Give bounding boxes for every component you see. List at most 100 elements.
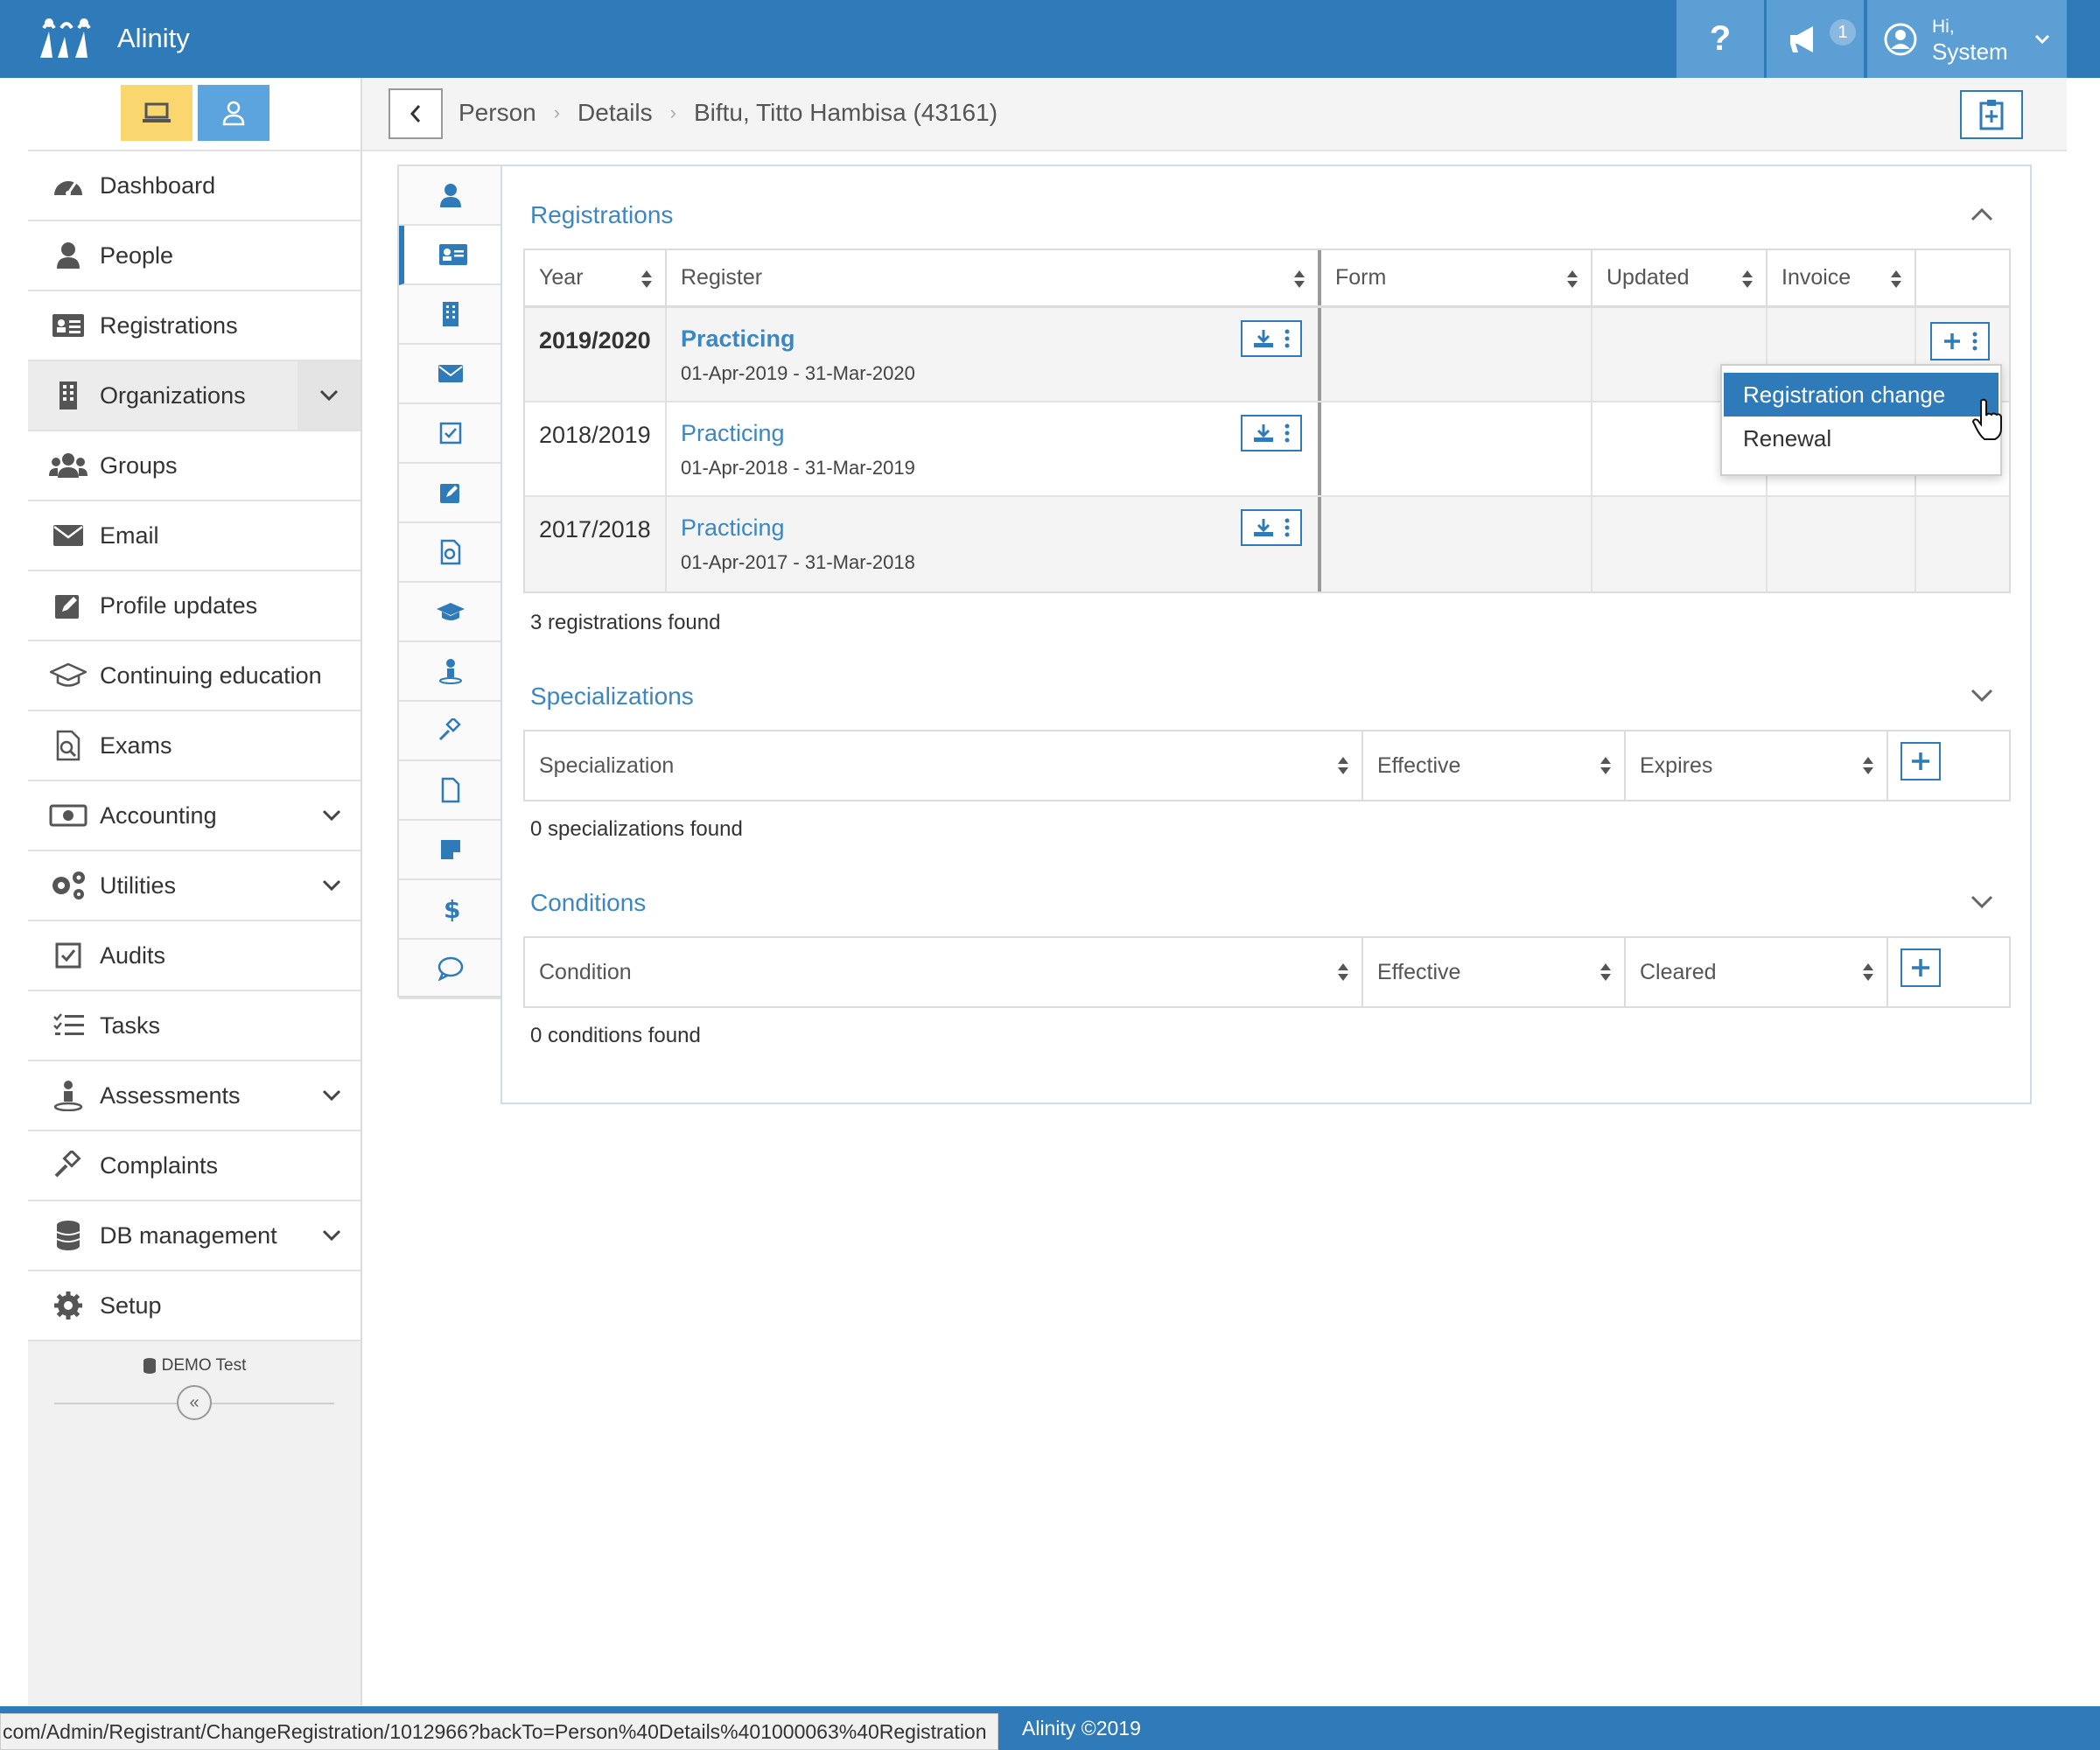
tab-exams[interactable] (399, 523, 502, 583)
download-icon (1254, 330, 1273, 347)
tab-organizations[interactable] (399, 285, 502, 345)
chevron-down-icon[interactable] (1969, 889, 1995, 915)
updated-cell (1592, 497, 1768, 592)
column-effective[interactable]: Effective (1363, 732, 1626, 800)
person-mode-button[interactable] (198, 85, 270, 141)
sticky-note-icon (441, 840, 460, 859)
assessment-icon (439, 659, 462, 684)
edit-icon (49, 588, 88, 623)
conditions-title[interactable]: Conditions (530, 889, 646, 917)
menu-item-registration-change[interactable]: Registration change (1724, 373, 1998, 416)
add-registration-menu-button[interactable] (1930, 322, 1990, 360)
download-menu-button[interactable] (1241, 415, 1302, 452)
app-logo[interactable]: Alinity (32, 16, 190, 61)
column-expires[interactable]: Expires (1626, 732, 1888, 800)
registrations-title[interactable]: Registrations (530, 201, 673, 229)
tab-person[interactable] (399, 166, 502, 226)
sidebar-item-profile-updates[interactable]: Profile updates (28, 571, 360, 641)
column-effective[interactable]: Effective (1363, 938, 1626, 1006)
sort-icon (1338, 963, 1348, 981)
breadcrumb-person[interactable]: Person (458, 99, 536, 127)
column-updated[interactable]: Updated (1592, 250, 1768, 305)
sidebar-item-dashboard[interactable]: Dashboard (28, 151, 360, 221)
conditions-count: 0 conditions found (530, 1024, 701, 1047)
column-year[interactable]: Year (525, 250, 667, 305)
chevron-down-icon[interactable] (298, 361, 360, 430)
tab-comments[interactable] (399, 940, 502, 999)
chevron-right-icon: › (669, 102, 676, 123)
column-invoice[interactable]: Invoice (1768, 250, 1916, 305)
register-link[interactable]: Practicing (681, 514, 785, 542)
help-button[interactable]: ? (1675, 0, 1764, 78)
sidebar-item-continuing-education[interactable]: Continuing education (28, 641, 360, 711)
building-icon (49, 378, 88, 413)
tab-assessments[interactable] (399, 642, 502, 702)
register-link[interactable]: Practicing (681, 326, 795, 353)
admin-mode-button[interactable] (121, 85, 192, 141)
sidebar-item-setup[interactable]: Setup (28, 1271, 360, 1341)
registrations-count: 3 registrations found (530, 611, 721, 634)
menu-item-renewal[interactable]: Renewal (1724, 416, 1998, 460)
database-icon (49, 1218, 88, 1253)
column-specialization[interactable]: Specialization (525, 732, 1363, 800)
user-menu-button[interactable]: Hi, System (1866, 0, 2067, 78)
database-icon (143, 1358, 156, 1374)
chevron-down-icon[interactable] (320, 1224, 343, 1247)
alinity-logo-icon (40, 18, 91, 58)
tab-email[interactable] (399, 345, 502, 404)
sidebar-item-complaints[interactable]: Complaints (28, 1131, 360, 1201)
sidebar-item-registrations[interactable]: Registrations (28, 291, 360, 361)
add-specialization-button[interactable] (1900, 742, 1941, 780)
register-cell: Practicing 01-Apr-2018 - 31-Mar-2019 (667, 402, 1321, 495)
sidebar-item-email[interactable]: Email (28, 501, 360, 571)
register-link[interactable]: Practicing (681, 420, 785, 447)
specializations-title[interactable]: Specializations (530, 682, 694, 710)
download-menu-button[interactable] (1241, 320, 1302, 357)
tab-registrations[interactable] (399, 226, 502, 285)
column-form[interactable]: Form (1321, 250, 1592, 305)
column-condition[interactable]: Condition (525, 938, 1363, 1006)
user-outline-icon (222, 101, 245, 126)
chevron-down-icon[interactable] (320, 804, 343, 827)
tab-audits[interactable] (399, 404, 502, 464)
register-cell: Practicing 01-Apr-2017 - 31-Mar-2018 (667, 497, 1321, 592)
year-cell: 2019/2020 (525, 308, 667, 401)
assessment-icon (49, 1078, 88, 1113)
tab-notes[interactable] (399, 821, 502, 880)
sidebar-item-db-management[interactable]: DB management (28, 1201, 360, 1271)
chevron-down-icon[interactable] (320, 1084, 343, 1107)
tab-complaints[interactable] (399, 702, 502, 761)
column-register[interactable]: Register (667, 250, 1321, 305)
sidebar-item-audits[interactable]: Audits (28, 921, 360, 991)
breadcrumb-bar: Person › Details › Biftu, Titto Hambisa … (362, 78, 2067, 151)
clipboard-add-button[interactable] (1960, 90, 2023, 139)
sidebar-item-exams[interactable]: Exams (28, 711, 360, 781)
sidebar-item-organizations[interactable]: Organizations (28, 361, 360, 431)
breadcrumb-details[interactable]: Details (578, 99, 653, 127)
notifications-button[interactable]: 1 (1765, 0, 1864, 78)
copyright-text: Alinity ©2019 (1022, 1717, 1141, 1740)
tab-accounting[interactable]: $ (399, 880, 502, 940)
chevron-up-icon[interactable] (1969, 201, 1995, 228)
chevron-down-icon[interactable] (1969, 682, 1995, 709)
sidebar-item-tasks[interactable]: Tasks (28, 991, 360, 1061)
sidebar-item-people[interactable]: People (28, 221, 360, 291)
tab-continuing-education[interactable] (399, 583, 502, 642)
download-menu-button[interactable] (1241, 509, 1302, 546)
sidebar-item-label: Registrations (100, 312, 238, 339)
sidebar-item-utilities[interactable]: Utilities (28, 851, 360, 921)
sidebar-item-groups[interactable]: Groups (28, 431, 360, 501)
breadcrumb-current: Biftu, Titto Hambisa (43161) (693, 99, 998, 126)
building-icon (443, 302, 458, 326)
sidebar-item-accounting[interactable]: Accounting (28, 781, 360, 851)
actions-cell (1916, 497, 2009, 592)
add-condition-button[interactable] (1900, 948, 1941, 987)
column-cleared[interactable]: Cleared (1626, 938, 1888, 1006)
tab-profile-updates[interactable] (399, 464, 502, 523)
tab-documents[interactable] (399, 761, 502, 821)
sort-icon (641, 270, 652, 288)
sidebar-item-assessments[interactable]: Assessments (28, 1061, 360, 1131)
collapse-sidebar-button[interactable]: « (177, 1385, 212, 1420)
chevron-down-icon[interactable] (320, 874, 343, 897)
back-button[interactable] (388, 88, 443, 139)
